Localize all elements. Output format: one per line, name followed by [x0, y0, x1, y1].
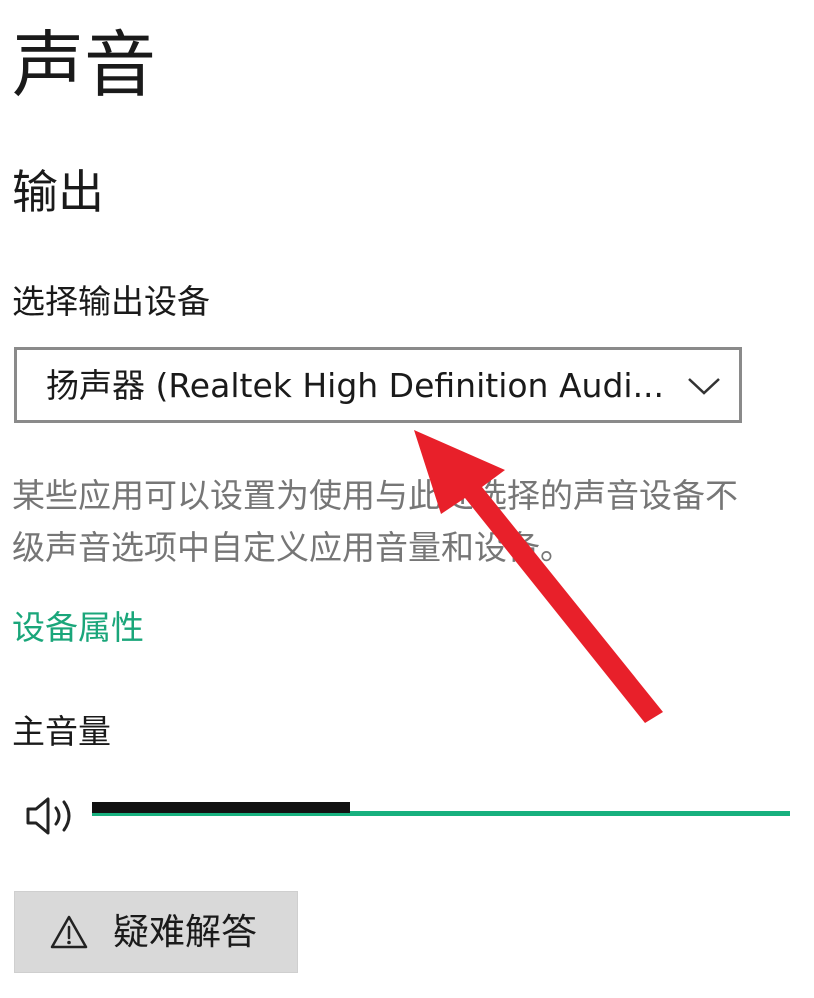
output-device-selected-value: 扬声器 (Realtek High Definition Audi... [46, 366, 665, 405]
output-description-line: 某些应用可以设置为使用与此处选择的声音设备不 [12, 476, 738, 515]
sound-settings-page: 声音 输出 选择输出设备 扬声器 (Realtek High Definitio… [0, 0, 814, 998]
troubleshoot-button[interactable]: 疑难解答 [14, 891, 298, 973]
output-device-dropdown[interactable]: 扬声器 (Realtek High Definition Audi... [14, 347, 742, 423]
volume-slider-fill [92, 802, 350, 813]
chevron-down-icon [688, 378, 720, 395]
master-volume-label: 主音量 [12, 712, 111, 751]
output-description: 某些应用可以设置为使用与此处选择的声音设备不 级声音选项中自定义应用音量和设备。 [12, 470, 802, 574]
output-description-line: 级声音选项中自定义应用音量和设备。 [12, 528, 573, 567]
page-title: 声音 [12, 23, 157, 107]
device-properties-link[interactable]: 设备属性 [12, 604, 144, 652]
output-device-label: 选择输出设备 [12, 282, 210, 321]
output-section-title: 输出 [12, 165, 104, 219]
troubleshoot-button-label: 疑难解答 [113, 912, 258, 953]
master-volume-slider[interactable] [92, 796, 790, 824]
speaker-volume-icon[interactable] [24, 792, 82, 840]
warning-icon [50, 915, 88, 949]
